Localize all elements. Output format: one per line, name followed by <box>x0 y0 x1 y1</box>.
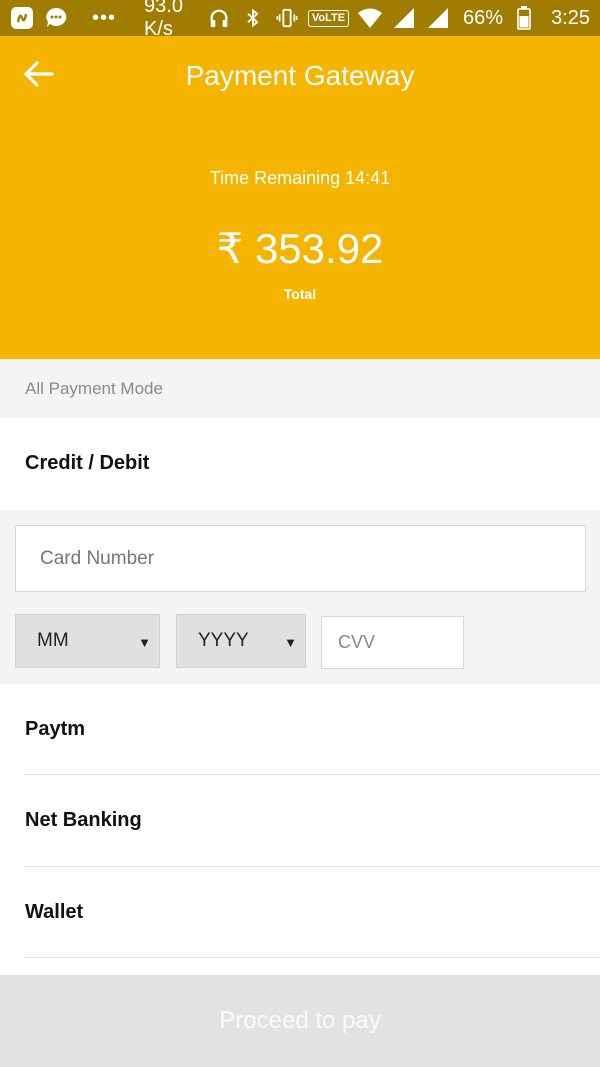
expiry-year-select[interactable]: YYYY ▼ <box>176 614 306 668</box>
bluetooth-icon <box>240 5 266 31</box>
payment-header: Payment Gateway Time Remaining 14:41 ₹ 3… <box>0 36 600 359</box>
cvv-input[interactable] <box>321 616 464 669</box>
card-number-input[interactable] <box>15 525 586 592</box>
dropdown-arrow-icon: ▼ <box>138 635 151 650</box>
expiry-month-select[interactable]: MM ▼ <box>15 614 160 668</box>
volte-badge: VoLTE <box>307 9 350 27</box>
status-bar: ••• 93.0 K/s VoLTE 66% 3:25 <box>0 0 600 40</box>
payment-mode-label: Net Banking <box>25 809 142 831</box>
signal-icon <box>391 5 417 31</box>
payment-mode-label: Credit / Debit <box>25 452 150 474</box>
payment-mode-label: Wallet <box>25 901 84 923</box>
time-remaining: Time Remaining 14:41 <box>209 168 391 188</box>
section-label: All Payment Mode <box>0 359 600 418</box>
card-form: MM ▼ YYYY ▼ <box>0 510 600 684</box>
expiry-year-value: YYYY <box>198 630 249 651</box>
clock: 3:25 <box>551 6 590 29</box>
network-speed: 93.0 K/s <box>144 0 183 40</box>
expiry-month-value: MM <box>37 630 69 651</box>
divider <box>25 957 600 958</box>
payment-mode-paytm[interactable]: Paytm <box>0 684 600 775</box>
total-amount: ₹ 353.92 <box>216 225 384 272</box>
battery-icon <box>511 5 537 31</box>
vibrate-icon <box>274 5 300 31</box>
more-icon: ••• <box>92 6 117 29</box>
payment-mode-net-banking[interactable]: Net Banking <box>0 775 600 866</box>
payment-mode-label: Paytm <box>25 718 86 740</box>
signal-roaming-icon <box>425 5 451 31</box>
proceed-to-pay-button[interactable]: Proceed to pay <box>0 975 600 1067</box>
wifi-icon <box>357 5 383 31</box>
page-title: Payment Gateway <box>185 60 415 91</box>
headphones-icon <box>206 5 232 31</box>
message-icon <box>44 5 68 31</box>
proceed-label: Proceed to pay <box>219 1007 381 1034</box>
payment-mode-wallet[interactable]: Wallet <box>0 867 600 958</box>
battery-percent: 66% <box>463 6 504 29</box>
dropdown-arrow-icon: ▼ <box>284 635 297 650</box>
payment-mode-credit-debit[interactable]: Credit / Debit <box>0 418 600 509</box>
app-s-icon <box>10 5 34 31</box>
total-caption: Total <box>283 286 317 302</box>
